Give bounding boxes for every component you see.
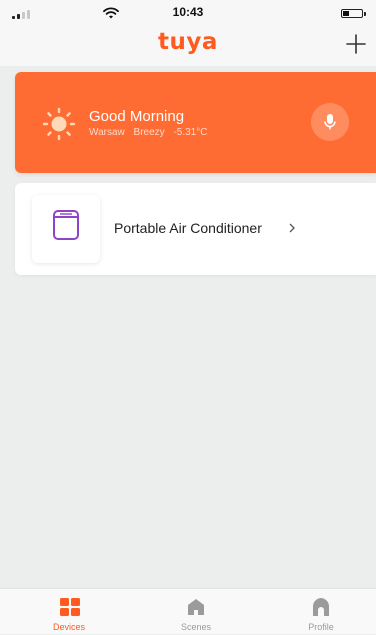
sun-icon [42, 107, 76, 141]
microphone-icon [324, 114, 336, 130]
weather-city: Warsaw [89, 127, 125, 138]
tab-bar: Devices Scenes Profile [0, 588, 376, 634]
chevron-right-icon [289, 223, 295, 233]
weather-summary: Warsaw Breezy -5.31°C [89, 127, 213, 138]
greeting-text: Good Morning [89, 108, 185, 125]
weather-card[interactable]: Good Morning Warsaw Breezy -5.31°C [15, 72, 376, 173]
device-card[interactable]: Portable Air Conditioner [15, 183, 376, 275]
tab-scenes[interactable]: Scenes [151, 589, 241, 635]
status-time: 10:43 [172, 5, 204, 19]
tab-scenes-label: Scenes [180, 622, 212, 632]
weather-temperature: -5.31°C [173, 127, 208, 138]
weather-condition: Breezy [133, 127, 165, 138]
voice-button[interactable] [311, 103, 349, 141]
battery-icon [341, 9, 366, 18]
tab-profile[interactable]: Profile [276, 589, 366, 635]
tab-profile-label: Profile [308, 622, 334, 632]
device-thumbnail [32, 195, 100, 263]
device-name: Portable Air Conditioner [114, 220, 262, 236]
nav-bar: tuya [0, 26, 376, 66]
tab-devices[interactable]: Devices [24, 589, 114, 635]
air-conditioner-icon [53, 210, 79, 240]
home-icon [188, 599, 204, 615]
tab-devices-label: Devices [52, 622, 85, 632]
plus-icon[interactable] [346, 34, 366, 54]
profile-icon [313, 598, 329, 616]
status-bar: 10:43 [0, 0, 376, 26]
tuya-logo: tuya [158, 29, 218, 55]
devices-grid-icon [60, 598, 80, 616]
